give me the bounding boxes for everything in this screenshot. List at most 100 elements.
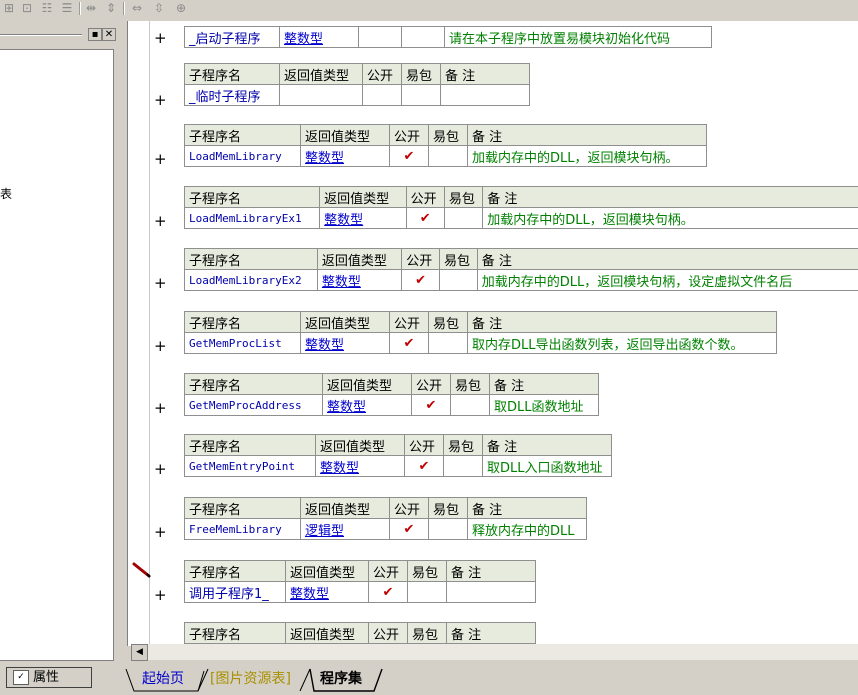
public-flag[interactable]: ✔ — [389, 145, 429, 167]
code-editor[interactable]: + _启动子程序 整数型 请在本子程序中放置易模块初始化代码 子程序名 返回值类… — [127, 21, 858, 646]
table-insert-icon[interactable]: ⊞ — [2, 1, 16, 15]
easy-pack-flag[interactable] — [407, 581, 447, 603]
table-row[interactable]: _启动子程序 整数型 请在本子程序中放置易模块初始化代码 — [184, 26, 712, 48]
header-easy-pack: 易包 — [407, 622, 447, 644]
public-flag[interactable] — [362, 84, 402, 106]
expand-icon[interactable]: + — [154, 588, 167, 603]
maximize-icon[interactable]: ▪ — [88, 28, 102, 41]
return-type[interactable]: 整数型 — [300, 332, 390, 354]
public-flag[interactable]: ✔ — [389, 332, 429, 354]
scroll-left-icon[interactable]: ◀ — [131, 644, 148, 661]
subprogram-name[interactable]: FreeMemLibrary — [184, 518, 301, 540]
subprogram-note[interactable]: 取DLL入口函数地址 — [482, 455, 612, 477]
subprogram-note[interactable]: 释放内存中的DLL — [467, 518, 587, 540]
expand-icon[interactable]: + — [154, 152, 167, 167]
return-type[interactable]: 整数型 — [285, 581, 369, 603]
align-h-icon[interactable]: ⇹ — [84, 1, 98, 15]
expand-icon[interactable]: + — [154, 401, 167, 416]
table-row[interactable]: GetMemEntryPoint 整数型 ✔ 取DLL入口函数地址 — [184, 455, 612, 477]
easy-pack-flag[interactable] — [450, 394, 490, 416]
return-type[interactable]: 整数型 — [315, 455, 405, 477]
public-flag[interactable]: ✔ — [368, 581, 408, 603]
properties-tab[interactable]: ✓ 属性 — [6, 667, 92, 688]
subprogram-note[interactable] — [440, 84, 530, 106]
horizontal-scrollbar[interactable]: ◀ — [131, 644, 858, 661]
scroll-track[interactable] — [148, 644, 858, 660]
subprogram-name[interactable]: LoadMemLibraryEx2 — [184, 269, 318, 291]
subprogram-name[interactable]: GetMemProcList — [184, 332, 301, 354]
table-row[interactable]: LoadMemLibrary 整数型 ✔ 加载内存中的DLL，返回模块句柄。 — [184, 145, 707, 167]
workspace-tree[interactable]: 表 — [0, 49, 114, 661]
easy-pack-flag[interactable] — [439, 269, 478, 291]
header-public: 公开 — [404, 434, 444, 456]
close-icon[interactable]: ✕ — [102, 28, 116, 41]
public-flag[interactable]: ✔ — [404, 455, 444, 477]
easy-pack-flag[interactable] — [443, 207, 484, 229]
tree-item[interactable]: 表 — [0, 185, 12, 202]
return-type[interactable]: 整数型 — [319, 207, 407, 229]
left-panel: ▪ ✕ 表 ✓ 属性 — [0, 21, 120, 688]
return-type[interactable]: 整数型 — [322, 394, 412, 416]
subprogram-note[interactable]: 取内存DLL导出函数列表，返回导出函数个数。 — [467, 332, 777, 354]
table-row-icon[interactable]: ☷ — [40, 1, 54, 15]
subprogram-name[interactable]: 调用子程序1_ — [184, 581, 286, 603]
fit-height-icon[interactable]: ⇳ — [152, 1, 166, 15]
public-flag[interactable]: ✔ — [389, 518, 429, 540]
subprogram-note[interactable]: 加载内存中的DLL，返回模块句柄。 — [482, 207, 858, 229]
tab-start-page[interactable]: 起始页 — [142, 671, 184, 687]
expand-icon[interactable]: + — [154, 31, 167, 46]
subprogram-name[interactable]: LoadMemLibraryEx1 — [183, 207, 321, 229]
easy-pack-flag[interactable] — [428, 518, 468, 540]
public-flag[interactable]: ✔ — [405, 207, 445, 229]
toolbar: ⊞ ⊡ ☷ ☰ ⇹ ⇕ ⇔ ⇳ ⊕ — [0, 0, 858, 18]
subprogram-note[interactable]: 取DLL函数地址 — [489, 394, 599, 416]
subprogram-name[interactable]: LoadMemLibrary — [184, 145, 301, 167]
subprogram-note[interactable] — [446, 581, 536, 603]
subprogram-note[interactable]: 加载内存中的DLL，返回模块句柄。 — [467, 145, 707, 167]
panel-caption: ▪ ✕ — [0, 27, 117, 41]
tab-image-resources[interactable]: [图片资源表] — [210, 671, 291, 687]
public-flag[interactable]: ✔ — [401, 269, 440, 291]
header-return-type: 返回值类型 — [279, 63, 363, 85]
fit-width-icon[interactable]: ⇔ — [130, 1, 144, 15]
expand-icon[interactable]: + — [154, 276, 167, 291]
subprogram-name[interactable]: GetMemProcAddress — [184, 394, 323, 416]
expand-icon[interactable]: + — [154, 339, 167, 354]
return-type[interactable]: 整数型 — [316, 269, 403, 291]
public-flag[interactable] — [358, 26, 402, 48]
table-row[interactable]: LoadMemLibraryEx1 整数型 ✔ 加载内存中的DLL，返回模块句柄… — [183, 207, 858, 229]
public-flag[interactable]: ✔ — [411, 394, 451, 416]
table-row[interactable]: LoadMemLibraryEx2 整数型 ✔ 加载内存中的DLL，返回模块句柄… — [184, 269, 858, 291]
tab-program-set[interactable]: 程序集 — [320, 671, 362, 687]
return-type[interactable]: 整数型 — [279, 26, 359, 48]
expand-icon[interactable]: + — [154, 214, 167, 229]
expand-icon[interactable]: + — [154, 93, 167, 108]
caption-grip[interactable] — [0, 34, 82, 36]
header-note: 备 注 — [467, 124, 707, 146]
fit-all-icon[interactable]: ⊕ — [174, 1, 188, 15]
subprogram-note[interactable]: 请在本子程序中放置易模块初始化代码 — [444, 26, 712, 48]
table-row[interactable]: FreeMemLibrary 逻辑型 ✔ 释放内存中的DLL — [184, 518, 587, 540]
table-row[interactable]: 调用子程序1_ 整数型 ✔ — [184, 581, 536, 603]
easy-pack-flag[interactable] — [443, 455, 483, 477]
easy-pack-flag[interactable] — [401, 26, 445, 48]
subprogram-name[interactable]: _启动子程序 — [184, 26, 280, 48]
tab-bar: 起始页 [图片资源表] 程序集 — [124, 667, 858, 695]
return-type[interactable]: 整数型 — [300, 145, 390, 167]
return-type[interactable]: 逻辑型 — [300, 518, 390, 540]
expand-icon[interactable]: + — [154, 525, 167, 540]
table-col-icon[interactable]: ☰ — [60, 1, 74, 15]
table-cell-icon[interactable]: ⊡ — [20, 1, 34, 15]
align-v-icon[interactable]: ⇕ — [104, 1, 118, 15]
easy-pack-flag[interactable] — [401, 84, 441, 106]
table-row[interactable]: GetMemProcAddress 整数型 ✔ 取DLL函数地址 — [184, 394, 599, 416]
subprogram-name[interactable]: _临时子程序 — [184, 84, 280, 106]
expand-icon[interactable]: + — [154, 462, 167, 477]
subprogram-note[interactable]: 加载内存中的DLL，返回模块句柄，设定虚拟文件名后 — [476, 269, 858, 291]
table-row[interactable]: GetMemProcList 整数型 ✔ 取内存DLL导出函数列表，返回导出函数… — [184, 332, 777, 354]
easy-pack-flag[interactable] — [428, 332, 468, 354]
subprogram-name[interactable]: GetMemEntryPoint — [184, 455, 316, 477]
table-row[interactable]: _临时子程序 — [184, 84, 530, 106]
easy-pack-flag[interactable] — [428, 145, 468, 167]
return-type[interactable] — [279, 84, 363, 106]
